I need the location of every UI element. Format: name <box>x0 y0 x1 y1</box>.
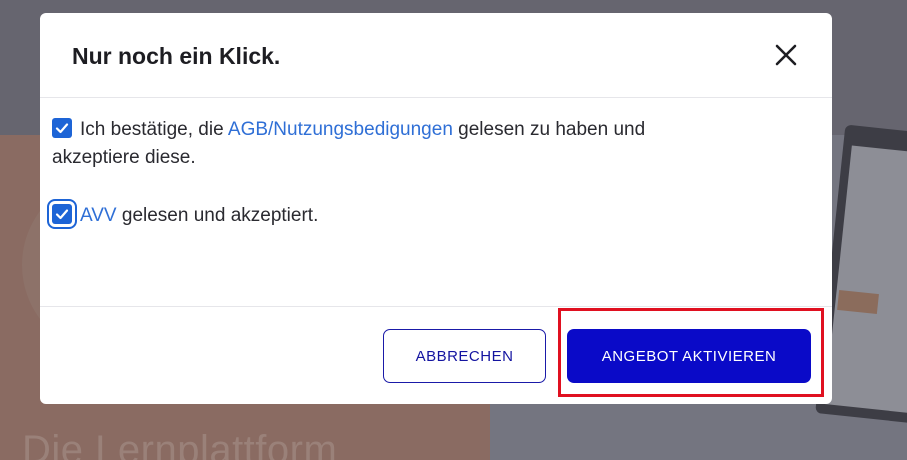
terms-link[interactable]: AGB/Nutzungsbedigungen <box>228 119 453 140</box>
cancel-button[interactable]: ABBRECHEN <box>383 329 546 383</box>
background-device-button <box>837 289 879 315</box>
terms-text-before: Ich bestätige, die <box>80 119 228 140</box>
avv-checkbox[interactable] <box>47 199 77 229</box>
background-headline: Die Lernplattform <box>22 428 338 460</box>
avv-text-after: gelesen und akzeptiert. <box>116 205 319 226</box>
close-button[interactable] <box>772 41 800 69</box>
avv-consent-row: AVV gelesen und akzeptiert. <box>47 199 732 230</box>
close-icon <box>775 44 797 66</box>
terms-checkbox[interactable] <box>52 118 72 138</box>
terms-consent-row: Ich bestätige, die AGB/Nutzungsbedigunge… <box>52 116 732 172</box>
checkmark-icon <box>55 123 69 134</box>
dialog-title: Nur noch ein Klick. <box>72 43 281 69</box>
checkmark-icon <box>55 209 69 220</box>
dialog-footer-divider <box>40 306 832 307</box>
avv-link[interactable]: AVV <box>80 205 117 226</box>
dialog-header: Nur noch ein Klick. <box>40 13 832 98</box>
annotation-highlight-box <box>558 308 824 397</box>
